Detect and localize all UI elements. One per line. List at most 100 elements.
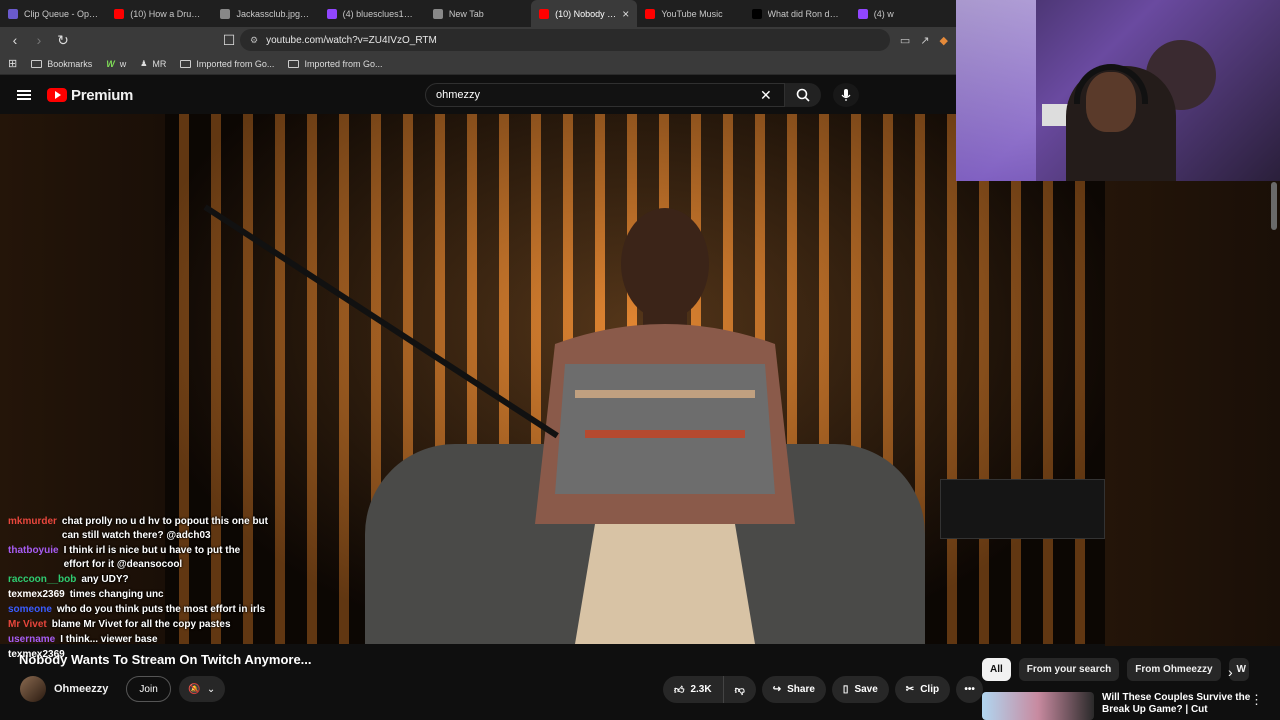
chat-username: thatboyuie [8, 545, 59, 556]
browser-tab[interactable]: (10) Nobody Wan × [531, 0, 638, 27]
streamer-webcam [956, 0, 1280, 181]
bookmark-item[interactable]: Bookmarks [31, 59, 92, 69]
chat-username: Mr Vivet [8, 619, 47, 630]
search-value: ohmezzy [436, 89, 481, 101]
join-button[interactable]: Join [126, 676, 171, 702]
channel-row: Ohmeezzy Join 🔕 ⌄ [20, 676, 225, 702]
reload-icon[interactable]: ↻ [56, 32, 70, 49]
chat-text: chat prolly no u d hv to popout this one… [61, 516, 268, 541]
recommendation-item[interactable]: Will These Couples Survive the Break Up … [982, 692, 1263, 720]
channel-name[interactable]: Ohmeezzy [54, 683, 108, 695]
search-icon [796, 88, 810, 102]
share-page-icon[interactable]: ↗ [920, 34, 929, 47]
tab-favicon-icon [220, 8, 231, 19]
folder-icon [180, 59, 192, 68]
bookmarks-bar: ⊞ Bookmarks Ww ♟ MR Imported from Go... I… [0, 53, 956, 75]
bookmark-item[interactable]: Imported from Go... [180, 59, 274, 69]
browser-tab[interactable]: Jackassclub.jpg (768× [212, 0, 318, 27]
bookmark-label: Imported from Go... [304, 58, 383, 69]
recommendation-thumbnail[interactable] [982, 692, 1094, 720]
thumbs-up-icon: 👍︎ [674, 684, 685, 696]
chip-all[interactable]: All [982, 658, 1011, 681]
folder-icon [288, 59, 300, 68]
video-title: Nobody Wants To Stream On Twitch Anymore… [19, 652, 312, 667]
notification-bell-button[interactable]: 🔕 ⌄ [178, 676, 225, 702]
chat-message: someone who do you think puts the most ef… [8, 603, 268, 617]
bookmark-label: Imported from Go... [196, 58, 275, 69]
share-button[interactable]: ↪ Share [761, 676, 826, 703]
bookmark-label: MR [152, 58, 167, 69]
browser-tab[interactable]: YouTube Music [637, 0, 743, 27]
chip-from-your-search[interactable]: From your search [1018, 658, 1120, 681]
tab-title: (10) How a Drug Deal [130, 8, 204, 19]
chat-message: raccoon__bob any UDY? [8, 573, 268, 587]
clear-search-icon[interactable]: ✕ [760, 87, 772, 104]
more-actions-button[interactable]: ••• [956, 676, 984, 703]
more-vertical-icon[interactable]: ⋮ [1250, 692, 1263, 720]
browser-tab[interactable]: (4) bluesclues124's Vid [319, 0, 425, 27]
browser-tab[interactable]: (4) w [850, 0, 956, 27]
bookmark-item[interactable]: Ww [106, 59, 126, 69]
screen: Clip Queue - Open (10) How a Drug Deal Jac… [0, 0, 1280, 720]
bookmark-item[interactable]: ♟ MR [140, 59, 166, 69]
apps-grid-icon[interactable]: ⊞ [8, 57, 17, 70]
browser-tab[interactable]: New Tab [425, 0, 531, 27]
clip-button[interactable]: ✂ Clip [894, 676, 951, 703]
save-button[interactable]: ▯ Save [831, 676, 889, 703]
chat-username: texmex2369 [8, 589, 65, 600]
bookmark-star-icon[interactable]: ☐ [222, 32, 236, 49]
url-text: youtube.com/watch?v=ZU4IVzO_RTM [266, 34, 437, 46]
tab-favicon-icon [539, 8, 550, 19]
close-tab-icon[interactable]: × [622, 7, 629, 21]
forward-icon[interactable]: › [32, 32, 46, 48]
bookmark-label: Bookmarks [47, 58, 93, 69]
chat-text: who do you think puts the most effort in… [56, 604, 266, 615]
tab-favicon-icon [114, 8, 125, 19]
extension-icon[interactable]: ◆ [940, 34, 948, 47]
bell-off-icon: 🔕 [188, 683, 201, 695]
microphone-icon [841, 89, 851, 101]
tab-title: (4) w [873, 8, 894, 19]
tab-title: What did Ron do to th [767, 8, 842, 19]
menu-icon[interactable] [17, 90, 31, 100]
chat-username: username [8, 634, 56, 645]
site-info-icon[interactable]: ⚙ [250, 35, 258, 46]
video-player[interactable] [165, 114, 1105, 644]
search-button[interactable] [785, 83, 821, 107]
browser-tab[interactable]: Clip Queue - Open [0, 0, 106, 27]
chat-text: I think irl is nice but u have to put th… [63, 545, 241, 570]
browser-tab[interactable]: What did Ron do to th [744, 0, 850, 27]
youtube-logo[interactable]: Premium [47, 87, 133, 104]
channel-avatar[interactable] [20, 676, 46, 702]
audio-mixer [940, 479, 1105, 539]
search-input[interactable]: ohmezzy [425, 83, 785, 107]
bookmark-item[interactable]: Imported from Go... [288, 59, 382, 69]
back-icon[interactable]: ‹ [8, 32, 22, 48]
chevron-right-icon[interactable]: › [1228, 664, 1233, 680]
voice-search-button[interactable] [833, 83, 859, 107]
chat-message: mkmurder chat prolly no u d hv to popout … [8, 515, 268, 543]
browser-tab[interactable]: (10) How a Drug Deal [106, 0, 212, 27]
like-button[interactable]: 👍︎ 2.3K [663, 676, 724, 703]
chat-text: times changing unc [69, 589, 164, 600]
youtube-header: Premium ohmezzy ✕ [0, 75, 956, 115]
tab-favicon-icon [8, 8, 18, 19]
chip-from-channel[interactable]: From Ohmeezzy [1127, 658, 1221, 681]
chat-message: username I think... viewer base [8, 633, 268, 647]
dislike-button[interactable]: 👎︎ [723, 676, 756, 703]
youtube-play-logo-icon [47, 88, 67, 102]
cast-icon[interactable]: ▭ [900, 34, 910, 47]
like-count: 2.3K [690, 684, 712, 695]
address-bar-actions: ▭ ↗ ◆ [900, 34, 948, 47]
browser-tab-strip: Clip Queue - Open (10) How a Drug Deal Jac… [0, 0, 956, 27]
clip-label: Clip [920, 684, 940, 695]
url-field[interactable]: ⚙ youtube.com/watch?v=ZU4IVzO_RTM [240, 29, 890, 51]
tab-favicon-icon [751, 8, 762, 19]
tab-favicon-icon [326, 8, 337, 19]
mr-icon: ♟ [140, 59, 148, 68]
page-scrollbar[interactable] [1271, 182, 1277, 230]
chevron-down-icon: ⌄ [206, 683, 216, 695]
save-playlist-icon: ▯ [842, 684, 849, 695]
recommendation-title[interactable]: Will These Couples Survive the Break Up … [1102, 692, 1252, 720]
chat-text: any UDY? [81, 574, 129, 585]
